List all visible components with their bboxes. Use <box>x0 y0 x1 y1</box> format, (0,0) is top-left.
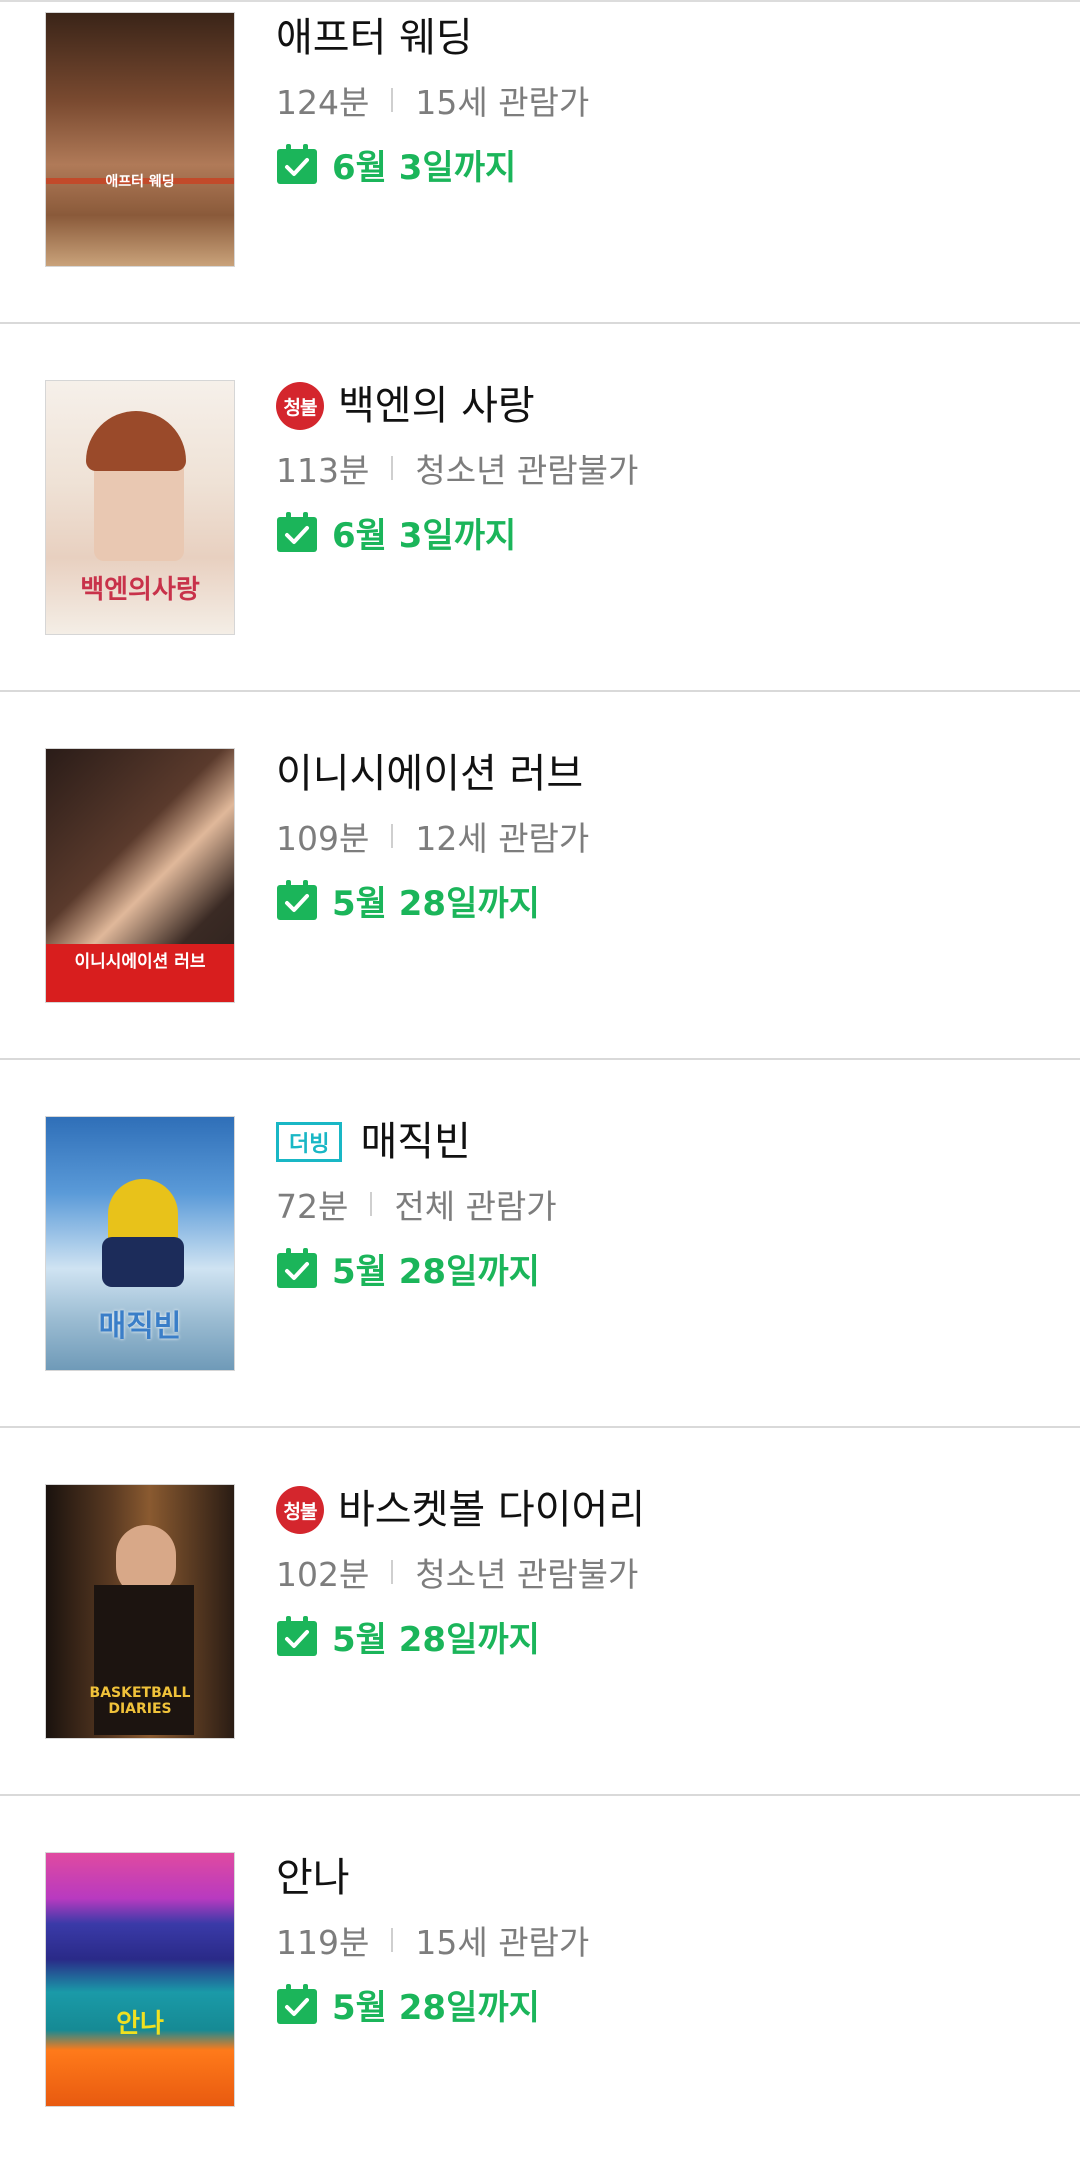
movie-poster[interactable]: 안나 <box>45 1852 235 2107</box>
movie-runtime: 72분 <box>276 1187 349 1226</box>
poster-title-text: 매직빈 <box>98 1309 182 1344</box>
meta-separator <box>391 88 394 112</box>
movie-title[interactable]: 안나 <box>276 1848 350 1908</box>
movie-list-item[interactable]: 이니시에이션 러브 이니시에이션 러브 109분 12세 관람가 5월 28일까… <box>0 692 1080 1060</box>
movie-runtime: 124분 <box>276 83 370 122</box>
screening-until: 5월 28일까지 <box>332 1251 540 1292</box>
movie-info: 청불 백엔의 사랑 113분 청소년 관람불가 6월 3일까지 <box>276 376 638 558</box>
movie-poster[interactable]: 매직빈 <box>45 1116 235 1371</box>
poster-title-text: 안나 <box>116 2009 164 2039</box>
meta-separator <box>391 824 394 848</box>
movie-runtime: 102분 <box>276 1555 370 1594</box>
movie-poster[interactable]: 백엔의사랑 <box>45 380 235 635</box>
screening-until: 6월 3일까지 <box>332 147 517 188</box>
movie-info: 애프터 웨딩 124분 15세 관람가 6월 3일까지 <box>276 8 589 190</box>
movie-title[interactable]: 애프터 웨딩 <box>276 8 473 68</box>
age-restricted-badge: 청불 <box>276 382 324 430</box>
movie-poster[interactable]: 애프터 웨딩 <box>45 12 235 267</box>
movie-list-item[interactable]: 안나 안나 119분 15세 관람가 5월 28일까지 <box>0 1796 1080 2164</box>
calendar-check-icon <box>277 1248 317 1288</box>
movie-list-item[interactable]: 애프터 웨딩 애프터 웨딩 124분 15세 관람가 6월 3일까지 <box>0 0 1080 324</box>
movie-rating: 전체 관람가 <box>394 1187 557 1226</box>
movie-title[interactable]: 이니시에이션 러브 <box>276 744 583 804</box>
poster-title-text: 이니시에이션 러브 <box>74 952 206 972</box>
calendar-check-icon <box>277 512 317 552</box>
movie-rating: 청소년 관람불가 <box>415 451 639 490</box>
movie-poster[interactable]: BASKETBALL DIARIES <box>45 1484 235 1739</box>
movie-info: 청불 바스켓볼 다이어리 102분 청소년 관람불가 5월 28일까지 <box>276 1480 645 1662</box>
movie-rating: 12세 관람가 <box>415 819 590 858</box>
poster-title-text: 애프터 웨딩 <box>105 174 175 190</box>
movie-rating: 15세 관람가 <box>415 1923 590 1962</box>
movie-poster[interactable]: 이니시에이션 러브 <box>45 748 235 1003</box>
calendar-check-icon <box>277 144 317 184</box>
calendar-check-icon <box>277 1984 317 2024</box>
screening-until: 6월 3일까지 <box>332 515 517 556</box>
movie-info: 안나 119분 15세 관람가 5월 28일까지 <box>276 1848 589 2030</box>
meta-separator <box>391 1928 394 1952</box>
movie-title[interactable]: 매직빈 <box>360 1112 470 1172</box>
meta-separator <box>391 456 394 480</box>
calendar-check-icon <box>277 880 317 920</box>
movie-list-item[interactable]: BASKETBALL DIARIES 청불 바스켓볼 다이어리 102분 청소년… <box>0 1428 1080 1796</box>
movie-info: 더빙 매직빈 72분 전체 관람가 5월 28일까지 <box>276 1112 557 1294</box>
calendar-check-icon <box>277 1616 317 1656</box>
poster-title-text: BASKETBALL DIARIES <box>89 1685 191 1717</box>
movie-runtime: 109분 <box>276 819 370 858</box>
movie-list: 애프터 웨딩 애프터 웨딩 124분 15세 관람가 6월 3일까지 백엔의사랑… <box>0 0 1080 2164</box>
movie-list-item[interactable]: 백엔의사랑 청불 백엔의 사랑 113분 청소년 관람불가 6월 3일까지 <box>0 324 1080 692</box>
meta-separator <box>370 1192 373 1216</box>
meta-separator <box>391 1560 394 1584</box>
movie-title[interactable]: 바스켓볼 다이어리 <box>338 1480 645 1540</box>
movie-rating: 청소년 관람불가 <box>415 1555 639 1594</box>
movie-list-item[interactable]: 매직빈 더빙 매직빈 72분 전체 관람가 5월 28일까지 <box>0 1060 1080 1428</box>
poster-title-text: 백엔의사랑 <box>80 575 200 605</box>
movie-rating: 15세 관람가 <box>415 83 590 122</box>
screening-until: 5월 28일까지 <box>332 1619 540 1660</box>
movie-runtime: 113분 <box>276 451 370 490</box>
movie-info: 이니시에이션 러브 109분 12세 관람가 5월 28일까지 <box>276 744 589 926</box>
age-restricted-badge: 청불 <box>276 1486 324 1534</box>
dubbed-badge: 더빙 <box>276 1122 343 1162</box>
screening-until: 5월 28일까지 <box>332 883 540 924</box>
movie-runtime: 119분 <box>276 1923 370 1962</box>
movie-title[interactable]: 백엔의 사랑 <box>338 376 535 436</box>
screening-until: 5월 28일까지 <box>332 1987 540 2028</box>
